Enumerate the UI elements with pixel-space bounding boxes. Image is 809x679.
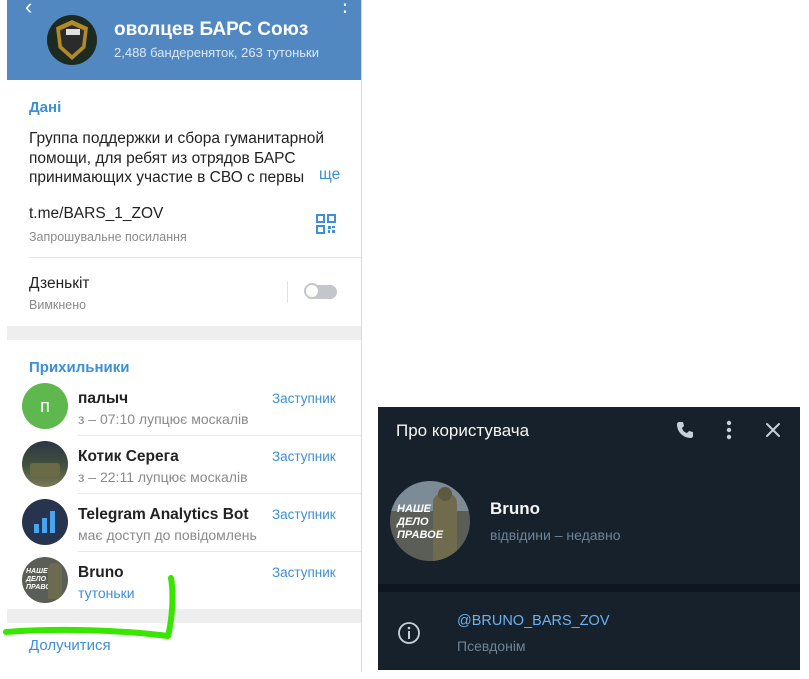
group-description: Группа поддержки и сбора гуманитарной по…	[29, 130, 325, 186]
members-section-title: Прихильники	[29, 359, 130, 376]
avatar	[22, 499, 68, 545]
invite-link-caption: Запрошувальне посилання	[29, 230, 187, 244]
group-header: ‹ ⋮ оволцев БАРС Союз 2,488 бандереняток…	[7, 0, 361, 80]
member-status: з – 22:11 лупцює москалів	[78, 469, 248, 485]
back-arrow-icon[interactable]: ‹	[25, 0, 32, 20]
notifications-toggle[interactable]	[304, 283, 337, 299]
more-vertical-icon[interactable]: ⋮	[335, 0, 355, 17]
highlight-marker-stroke	[3, 575, 176, 639]
user-avatar[interactable]: НАШЕ ДЕЛО ПРАВОЕ	[390, 481, 470, 561]
username-link[interactable]: @BRUNO_BARS_ZOV	[457, 613, 610, 629]
more-vertical-icon[interactable]	[721, 419, 737, 441]
user-name: Bruno	[490, 499, 541, 518]
username-label: Псевдонім	[457, 638, 526, 654]
member-status: з – 07:10 лупцює москалів	[78, 411, 249, 427]
avatar	[22, 441, 68, 487]
group-avatar[interactable]	[47, 15, 97, 65]
user-last-seen: відвідини – недавно	[490, 527, 621, 543]
group-member-count: 2,488 бандереняток, 263 тутоньки	[114, 45, 319, 60]
member-status: має доступ до повідомлень	[78, 527, 257, 543]
invite-link[interactable]: t.me/BARS_1_ZOV	[29, 205, 163, 223]
member-role: Заступник	[272, 565, 336, 580]
member-role: Заступник	[272, 391, 336, 406]
member-row[interactable]: Котик Серега з – 22:11 лупцює москалів З…	[7, 435, 361, 493]
info-section-title: Дані	[29, 99, 62, 116]
notifications-state: Вимкнено	[29, 298, 87, 312]
info-icon	[398, 622, 420, 644]
user-info-dialog: Про користувача НАШЕ ДЕЛО ПРАВОЕ Bruno в…	[378, 407, 800, 670]
member-name: Telegram Analytics Bot	[78, 506, 249, 523]
member-row[interactable]: п палыч з – 07:10 лупцює москалів Заступ…	[7, 377, 361, 435]
phone-icon[interactable]	[675, 420, 695, 440]
close-icon[interactable]	[765, 422, 781, 438]
member-row[interactable]: Telegram Analytics Bot має доступ до пов…	[7, 493, 361, 551]
qr-code-icon[interactable]	[316, 214, 336, 234]
analytics-chart-icon	[34, 511, 55, 533]
member-role: Заступник	[272, 449, 336, 464]
member-name: Котик Серега	[78, 448, 179, 465]
description-more-link[interactable]: ще	[315, 166, 341, 184]
member-role: Заступник	[272, 507, 336, 522]
dialog-title: Про користувача	[396, 421, 530, 440]
avatar: п	[22, 383, 68, 429]
group-title: оволцев БАРС Союз	[114, 19, 309, 40]
notifications-label: Дзенькіт	[29, 275, 90, 292]
member-name: палыч	[78, 390, 129, 407]
